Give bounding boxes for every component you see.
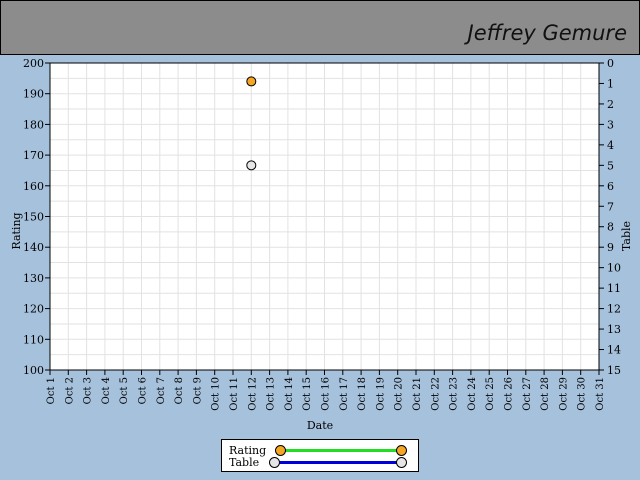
x-tick-label: Oct 28 [540,377,551,411]
y2-tick-label: 2 [607,98,614,111]
x-tick-label: Oct 24 [467,377,478,411]
x-tick-label: Oct 18 [357,377,368,411]
x-tick-label: Oct 13 [266,377,277,411]
y-tick-label: 150 [23,211,44,224]
y-tick-label: 130 [23,272,44,285]
legend-marker-table [396,457,407,468]
y2-tick-label: 7 [607,200,614,213]
y2-tick-label: 3 [607,118,614,131]
legend: Rating Table [221,439,419,472]
y2-tick-label: 1 [607,77,614,90]
y2-tick-label: 5 [607,159,614,172]
y-tick-label: 160 [23,180,44,193]
x-tick-label: Oct 25 [485,377,496,411]
x-tick-label: Oct 30 [577,377,588,411]
y2-tick-label: 14 [607,344,621,357]
y2-tick-label: 11 [607,282,621,295]
x-tick-label: Oct 15 [302,377,313,411]
x-tick-label: Oct 11 [229,377,240,411]
x-tick-label: Oct 8 [174,377,185,404]
x-tick-label: Oct 19 [375,377,386,411]
x-tick-label: Oct 26 [504,377,515,411]
x-tick-label: Oct 14 [284,377,295,411]
y-tick-label: 110 [23,333,44,346]
y2-tick-label: 10 [607,262,621,275]
x-tick-label: Oct 31 [595,377,606,411]
x-tick-label: Oct 16 [321,377,332,411]
y2-tick-label: 4 [607,139,614,152]
rating-chart: 100110120130140150160170180190200 0123456… [10,57,633,432]
x-tick-label: Oct 23 [449,377,460,411]
legend-marker-table [269,457,280,468]
y2-tick-label: 9 [607,241,614,254]
data-point-rating [246,76,257,87]
legend-line-table [274,461,402,464]
y-tick-label: 120 [23,303,44,316]
y-tick-label: 190 [23,88,44,101]
x-tick-label: Oct 20 [394,377,405,411]
y-tick-label: 170 [23,149,44,162]
x-axis-title: Date [307,419,333,432]
y2-tick-label: 13 [607,323,621,336]
y-tick-label: 140 [23,241,44,254]
legend-label-table: Table [229,456,260,469]
x-tick-label: Oct 7 [156,377,167,404]
y2-tick-label: 8 [607,221,614,234]
y-tick-label: 200 [23,57,44,70]
x-tick-label: Oct 17 [339,377,350,411]
legend-line-rating [280,449,402,452]
x-tick-label: Oct 22 [430,377,441,411]
x-tick-label: Oct 3 [83,377,94,404]
x-tick-label: Oct 5 [119,377,130,404]
y2-tick-label: 15 [607,364,621,377]
y-tick-label: 180 [23,118,44,131]
x-tick-label: Oct 10 [211,377,222,411]
x-tick-label: Oct 9 [192,377,203,404]
y-axis-title: Rating [10,212,23,249]
x-tick-label: Oct 29 [558,377,569,411]
x-tick-label: Oct 6 [138,377,149,404]
x-tick-label: Oct 2 [64,377,75,404]
x-tick-label: Oct 12 [247,377,258,411]
x-tick-label: Oct 27 [522,377,533,411]
y2-axis-title: Table [620,221,633,251]
y2-tick-label: 0 [607,57,614,70]
y2-tick-label: 6 [607,180,614,193]
x-tick-label: Oct 4 [101,377,112,404]
x-tick-label: Oct 21 [412,377,423,411]
legend-marker-rating [396,445,407,456]
x-tick-label: Oct 1 [46,377,57,404]
y-tick-label: 100 [23,364,44,377]
legend-marker-rating [275,445,286,456]
data-point-table [246,160,257,171]
y2-tick-label: 12 [607,303,621,316]
